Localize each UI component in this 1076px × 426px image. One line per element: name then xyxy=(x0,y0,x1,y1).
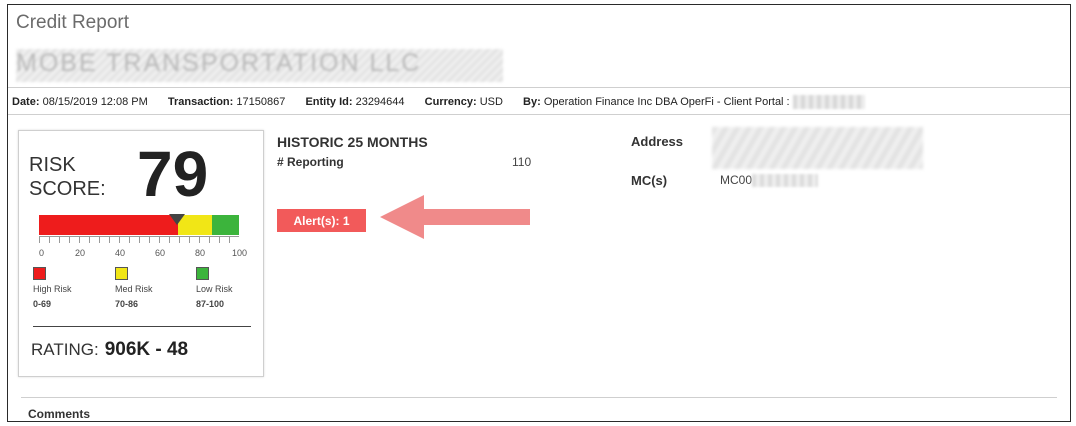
gauge-low-risk-segment xyxy=(212,215,239,235)
legend-range: 0-69 xyxy=(33,299,52,309)
legend-range: 70-86 xyxy=(115,299,139,309)
risk-gauge xyxy=(39,215,239,235)
high-risk-swatch xyxy=(33,267,46,280)
tick-label: 100 xyxy=(232,248,248,258)
comments-divider xyxy=(21,397,1057,398)
address-redacted xyxy=(712,127,923,169)
rating-label: RATING: xyxy=(31,340,99,359)
report-meta-bar: Date: 08/15/2019 12:08 PM Transaction: 1… xyxy=(8,87,1070,115)
legend-label: Med Risk xyxy=(115,284,153,294)
tick-label: 20 xyxy=(75,248,86,258)
by-label: By: xyxy=(523,96,541,108)
risk-score-value: 79 xyxy=(137,138,209,210)
reporting-value: 110 xyxy=(512,155,532,169)
legend-label: Low Risk xyxy=(196,284,233,294)
entity-id-value: 23294644 xyxy=(355,96,405,108)
gauge-ticks xyxy=(39,236,239,243)
credit-report-panel: Credit Report MOBE TRANSPORTATION LLC Da… xyxy=(7,4,1071,422)
entity-id-label: Entity Id: xyxy=(305,96,353,108)
comments-label: Comments xyxy=(28,407,91,421)
tick-label: 0 xyxy=(39,248,45,258)
tick-label: 40 xyxy=(115,248,126,258)
tick-label: 80 xyxy=(195,248,206,258)
company-name-redacted: MOBE TRANSPORTATION LLC xyxy=(16,49,503,82)
mc-value: MC00 xyxy=(720,173,819,188)
score-card-divider xyxy=(33,326,251,327)
rating: RATING: 906K - 48 xyxy=(31,339,188,361)
rating-value: 906K - 48 xyxy=(104,339,189,360)
gauge-tick-labels: 0 20 40 60 80 100 xyxy=(33,248,253,260)
legend-med-risk: Med Risk 70-86 xyxy=(115,267,175,309)
legend-label: High Risk xyxy=(33,284,72,294)
mc-redacted xyxy=(752,174,819,188)
currency-label: Currency: xyxy=(424,96,477,108)
transaction-value: 17150867 xyxy=(236,96,286,108)
date-label: Date: xyxy=(12,96,40,108)
page-title: Credit Report xyxy=(16,12,129,33)
currency-value: USD xyxy=(479,96,503,108)
mc-label: MC(s) xyxy=(631,173,668,188)
historic-title: HISTORIC 25 MONTHS xyxy=(277,134,428,150)
arrow-left-icon xyxy=(380,195,530,239)
reporting-label: # Reporting xyxy=(277,155,344,169)
legend-low-risk: Low Risk 87-100 xyxy=(196,267,256,309)
gauge-pointer-icon xyxy=(169,214,185,225)
client-portal-redacted xyxy=(792,95,865,110)
address-label: Address xyxy=(631,134,684,149)
date-value: 08/15/2019 12:08 PM xyxy=(42,96,148,108)
tick-label: 60 xyxy=(155,248,166,258)
alerts-button[interactable]: Alert(s): 1 xyxy=(277,209,366,232)
by-value: Operation Finance Inc DBA OperFi - Clien… xyxy=(543,96,790,108)
risk-score-card: RISK SCORE: 79 0 20 40 60 80 100 High Ri… xyxy=(18,130,264,377)
med-risk-swatch xyxy=(115,267,128,280)
low-risk-swatch xyxy=(196,267,209,280)
legend-range: 87-100 xyxy=(196,299,225,309)
transaction-label: Transaction: xyxy=(167,96,234,108)
risk-score-label: RISK SCORE: xyxy=(29,154,106,200)
legend-high-risk: High Risk 0-69 xyxy=(33,267,93,309)
gauge-high-risk-segment xyxy=(39,215,178,235)
